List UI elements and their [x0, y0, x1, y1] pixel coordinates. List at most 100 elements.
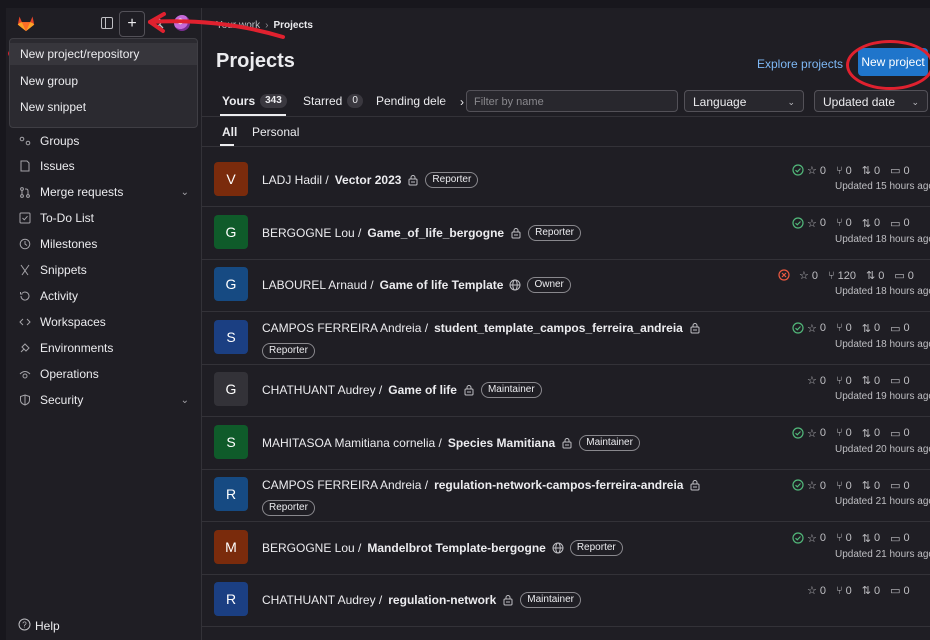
sidebar-item-issues[interactable]: Issues [6, 154, 201, 178]
project-name[interactable]: regulation-network [388, 593, 496, 607]
sidebar-item-security[interactable]: Security ⌄ [6, 388, 201, 412]
fork-count[interactable]: ⑂ 0 [836, 374, 852, 387]
create-new-button[interactable]: + [119, 11, 145, 37]
new-project-button[interactable]: New project [858, 48, 928, 76]
subtab-all[interactable]: All [222, 125, 237, 139]
project-avatar[interactable]: S [214, 319, 248, 354]
sidebar-item-operations[interactable]: Operations [6, 362, 201, 386]
project-name[interactable]: Mandelbrot Template-bergogne [367, 541, 545, 555]
issue-count[interactable]: ▭ 0 [894, 269, 914, 283]
fork-count[interactable]: ⑂ 0 [836, 584, 852, 597]
issue-count[interactable]: ▭ 0 [890, 427, 910, 440]
issue-count[interactable]: ▭ 0 [890, 532, 910, 545]
tabs-scroll-right-icon[interactable]: › [442, 92, 464, 112]
fork-count[interactable]: ⑂ 120 [828, 269, 856, 282]
star-count[interactable]: ☆ 0 [807, 427, 826, 440]
project-row[interactable]: G CHATHUANT Audrey / Game of life Maintaine… [202, 364, 930, 417]
sidebar-item-todo[interactable]: To-Do List [6, 206, 201, 230]
project-avatar[interactable]: R [214, 477, 248, 511]
sidebar-item-milestones[interactable]: Milestones [6, 232, 201, 256]
project-avatar[interactable]: V [214, 162, 248, 196]
project-owner[interactable]: MAHITASOA Mamitiana cornelia / [262, 436, 442, 450]
fork-count[interactable]: ⑂ 0 [836, 322, 852, 335]
project-row[interactable]: G LABOUREL Arnaud / Game of life Template O… [202, 259, 930, 312]
sidebar-item-snippets[interactable]: Snippets [6, 258, 201, 282]
user-avatar[interactable] [174, 15, 190, 31]
project-owner[interactable]: CHATHUANT Audrey / [262, 593, 382, 607]
fork-count[interactable]: ⑂ 0 [836, 479, 852, 492]
merge-request-count[interactable]: ⇅ 0 [862, 479, 880, 493]
issue-count[interactable]: ▭ 0 [890, 164, 910, 178]
menu-item-new-group[interactable]: New group [10, 70, 197, 92]
sidebar-item-environments[interactable]: Environments [6, 336, 201, 360]
sort-select[interactable]: Updated date ⌄ [814, 90, 928, 112]
issue-count[interactable]: ▭ 0 [890, 217, 910, 230]
sidebar-item-merge-requests[interactable]: Merge requests ⌄ [6, 180, 201, 204]
merge-request-count[interactable]: ⇅ 0 [862, 164, 880, 178]
project-avatar[interactable]: S [214, 424, 248, 459]
project-owner[interactable]: BERGOGNE Lou / [262, 226, 361, 240]
star-count[interactable]: ☆ 0 [807, 374, 826, 388]
tab-starred[interactable]: Starred 0 [303, 94, 363, 108]
star-count[interactable]: ☆ 0 [807, 164, 826, 178]
project-row[interactable]: R CAMPOS FERREIRA Andreia / regulation-net… [202, 469, 930, 522]
breadcrumb-current[interactable]: Projects [273, 20, 312, 31]
star-count[interactable]: ☆ 0 [807, 479, 826, 493]
project-name[interactable]: Species Mamitiana [448, 436, 555, 450]
project-avatar[interactable]: G [214, 214, 248, 249]
project-row[interactable]: S MAHITASOA Mamitiana cornelia / Species M… [202, 417, 930, 470]
fork-count[interactable]: ⑂ 0 [836, 217, 852, 230]
explore-projects-link[interactable]: Explore projects [757, 57, 843, 71]
project-name[interactable]: Vector 2023 [335, 173, 402, 187]
project-name[interactable]: regulation-network-campos-ferreira-andre… [434, 478, 683, 492]
issue-count[interactable]: ▭ 0 [890, 584, 910, 598]
menu-item-new-snippet[interactable]: New snippet [10, 96, 197, 118]
issue-count[interactable]: ▭ 0 [890, 374, 910, 388]
help-button[interactable]: ? Help [18, 618, 60, 634]
project-owner[interactable]: CHATHUANT Audrey / [262, 383, 382, 397]
project-avatar[interactable]: G [214, 267, 248, 301]
project-row[interactable]: G BERGOGNE Lou / Game_of_life_bergogne Repo… [202, 207, 930, 260]
issue-count[interactable]: ▭ 0 [890, 322, 910, 335]
project-row[interactable]: M BERGOGNE Lou / Mandelbrot Template-bergo… [202, 522, 930, 575]
project-avatar[interactable]: G [214, 372, 248, 406]
star-count[interactable]: ☆ 0 [807, 584, 826, 598]
fork-count[interactable]: ⑂ 0 [836, 427, 852, 440]
search-icon[interactable] [146, 11, 170, 35]
project-name[interactable]: Game of life [388, 383, 457, 397]
star-count[interactable]: ☆ 0 [807, 322, 826, 335]
filter-input[interactable]: Filter by name [466, 90, 678, 112]
sidebar-item-workspaces[interactable]: Workspaces [6, 310, 201, 334]
fork-count[interactable]: ⑂ 0 [836, 532, 852, 545]
merge-request-count[interactable]: ⇅ 0 [862, 217, 880, 230]
project-avatar[interactable]: M [214, 529, 248, 564]
project-owner[interactable]: BERGOGNE Lou / [262, 541, 361, 555]
star-count[interactable]: ☆ 0 [807, 532, 826, 545]
project-row[interactable]: S CAMPOS FERREIRA Andreia / student_templa… [202, 312, 930, 365]
project-row[interactable]: R CHATHUANT Audrey / regulation-network Mai… [202, 574, 930, 627]
sidebar-toggle-icon[interactable] [95, 11, 119, 35]
star-count[interactable]: ☆ 0 [807, 217, 826, 230]
project-owner[interactable]: LADJ Hadil / [262, 173, 329, 187]
project-name[interactable]: Game of life Template [380, 278, 504, 292]
project-owner[interactable]: CAMPOS FERREIRA Andreia / [262, 321, 428, 335]
subtab-personal[interactable]: Personal [252, 125, 299, 139]
tab-pending-deletion[interactable]: Pending dele [376, 94, 446, 108]
project-avatar[interactable]: R [214, 582, 248, 616]
merge-request-count[interactable]: ⇅ 0 [866, 269, 884, 283]
merge-request-count[interactable]: ⇅ 0 [862, 374, 880, 388]
merge-request-count[interactable]: ⇅ 0 [862, 532, 880, 545]
merge-request-count[interactable]: ⇅ 0 [862, 322, 880, 335]
project-name[interactable]: student_template_campos_ferreira_andreia [434, 321, 683, 335]
project-name[interactable]: Game_of_life_bergogne [367, 226, 504, 240]
project-owner[interactable]: CAMPOS FERREIRA Andreia / [262, 478, 428, 492]
fork-count[interactable]: ⑂ 0 [836, 164, 852, 177]
sidebar-item-groups[interactable]: Groups [6, 129, 201, 153]
merge-request-count[interactable]: ⇅ 0 [862, 584, 880, 598]
issue-count[interactable]: ▭ 0 [890, 479, 910, 493]
tab-yours[interactable]: Yours 343 [222, 94, 287, 108]
language-select[interactable]: Language ⌄ [684, 90, 804, 112]
merge-request-count[interactable]: ⇅ 0 [862, 427, 880, 440]
menu-item-new-project[interactable]: New project/repository [10, 43, 197, 65]
project-owner[interactable]: LABOUREL Arnaud / [262, 278, 374, 292]
